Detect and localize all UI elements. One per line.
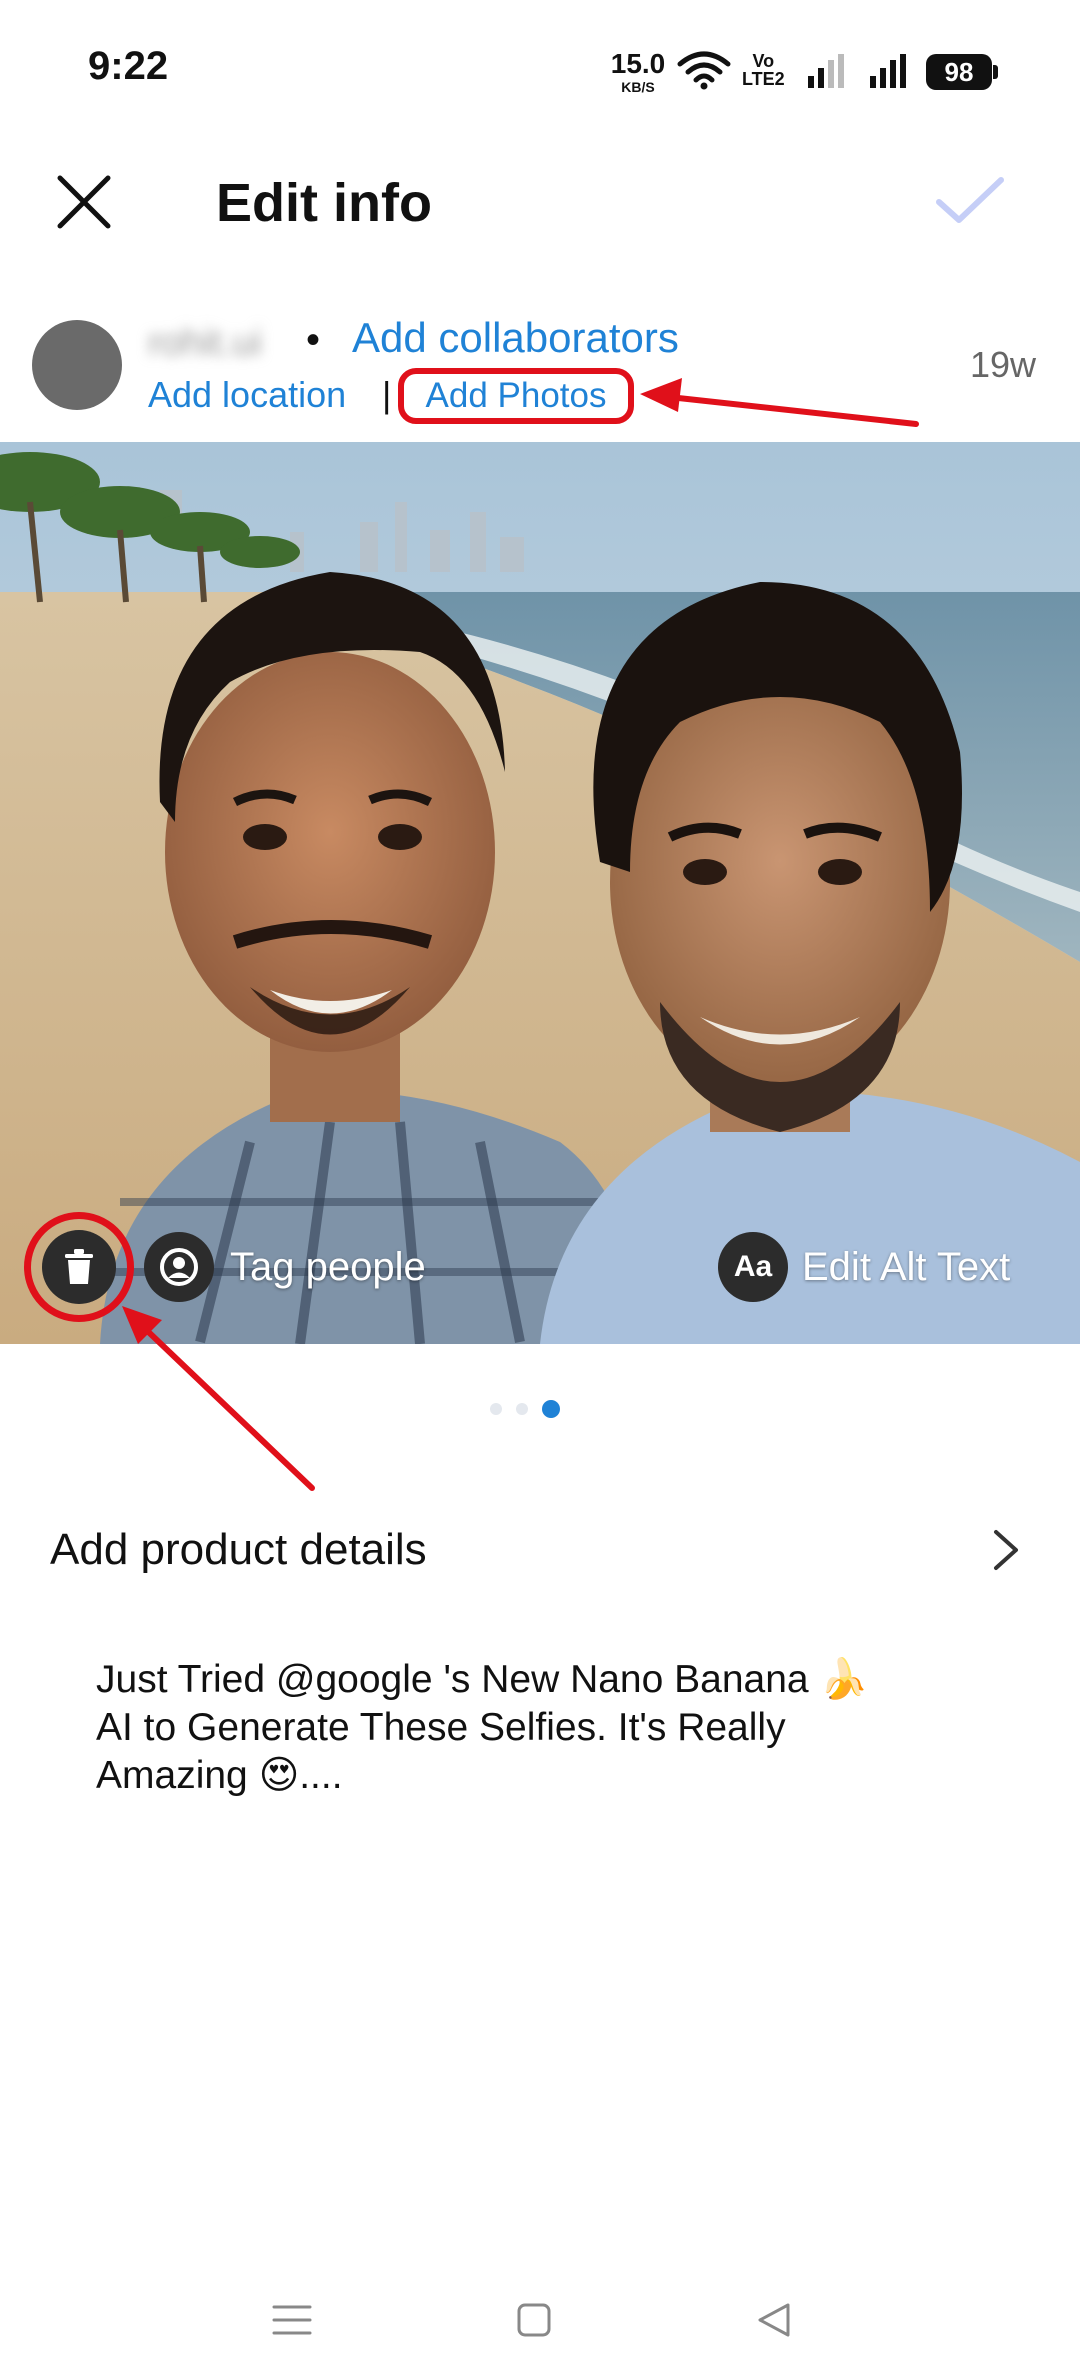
add-location-link[interactable]: Add location xyxy=(148,374,346,416)
pager-dot-active xyxy=(542,1400,560,1418)
username[interactable]: rohit.ui xyxy=(148,322,262,365)
separator-dot: • xyxy=(306,318,321,362)
volte-top: Vo xyxy=(752,51,775,71)
home-button[interactable] xyxy=(504,2290,564,2350)
edit-alt-text-label: Edit Alt Text xyxy=(802,1244,1011,1289)
back-button[interactable] xyxy=(744,2290,804,2350)
recents-button[interactable] xyxy=(262,2290,322,2350)
signal-icon xyxy=(870,54,906,88)
home-square-icon xyxy=(517,2303,551,2337)
add-photos-highlight: Add Photos xyxy=(398,368,634,424)
tag-people-icon-wrap xyxy=(144,1232,214,1302)
avatar[interactable] xyxy=(32,320,122,410)
check-icon xyxy=(936,177,1004,223)
menu-icon xyxy=(272,2305,312,2335)
confirm-button[interactable] xyxy=(930,166,1010,236)
tag-people-label: Tag people xyxy=(230,1244,426,1289)
network-speed-unit: KB/S xyxy=(621,79,655,95)
network-speed-value: 15.0 xyxy=(610,48,666,79)
battery-indicator: 98 xyxy=(926,54,998,90)
caption-line: AI to Generate These Selfies. It's Reall… xyxy=(96,1706,786,1749)
trash-icon xyxy=(65,1249,93,1284)
add-collaborators-link[interactable]: Add collaborators xyxy=(352,314,679,362)
back-triangle-icon xyxy=(758,2303,790,2337)
caption-line: Amazing 😍.... xyxy=(96,1754,343,1797)
system-nav-bar xyxy=(0,2270,1080,2370)
volte-indicator: Vo LTE2 xyxy=(742,52,785,88)
alt-text-icon: Aa xyxy=(718,1232,788,1302)
caption-line: Just Tried @google 's New Nano Banana 🍌 xyxy=(96,1658,869,1701)
add-product-details-row[interactable]: Add product details xyxy=(0,1500,1080,1600)
close-button[interactable] xyxy=(46,164,122,240)
wifi-icon xyxy=(677,51,731,90)
close-icon xyxy=(57,175,111,229)
add-product-details-label: Add product details xyxy=(50,1525,427,1574)
carousel-pager xyxy=(490,1400,560,1418)
person-icon xyxy=(160,1248,198,1286)
delete-highlight xyxy=(24,1212,134,1322)
volte-bottom: LTE2 xyxy=(742,69,785,89)
status-bar: 9:22 15.0 KB/S Vo LTE2 98 xyxy=(0,0,1080,140)
network-speed: 15.0 KB/S xyxy=(610,48,666,95)
add-photos-link[interactable]: Add Photos xyxy=(426,376,607,416)
separator-pipe: | xyxy=(382,374,392,415)
signal-icon xyxy=(808,54,844,88)
tag-people-button[interactable]: Tag people xyxy=(144,1232,426,1302)
pager-dot xyxy=(490,1403,502,1415)
beach-selfie-image xyxy=(0,442,1080,1344)
post-photo[interactable] xyxy=(0,442,1080,1344)
pager-dot xyxy=(516,1403,528,1415)
post-timestamp: 19w xyxy=(970,344,1037,385)
edit-alt-text-button[interactable]: Aa Edit Alt Text xyxy=(718,1232,1010,1302)
chevron-right-icon xyxy=(994,1530,1018,1570)
caption-text[interactable]: Just Tried @google 's New Nano Banana 🍌 … xyxy=(96,1656,996,1800)
delete-photo-button[interactable] xyxy=(42,1230,116,1304)
status-time: 9:22 xyxy=(88,44,169,88)
page-title: Edit info xyxy=(216,173,432,233)
